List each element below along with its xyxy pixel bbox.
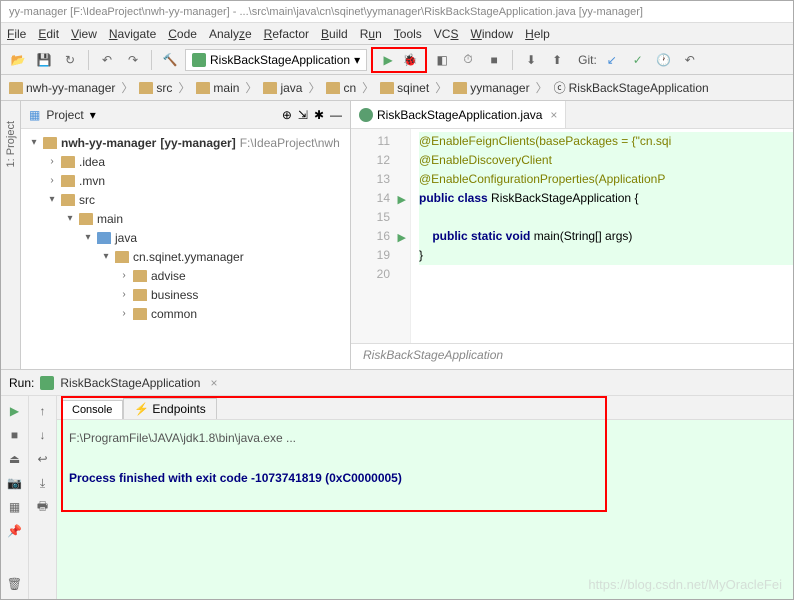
save-icon[interactable]: 💾 — [33, 49, 55, 71]
folder-icon — [9, 82, 23, 94]
gutter: 11 12 13 14▶ 15 16▶ 19 20 — [351, 129, 411, 343]
menu-analyze[interactable]: Analyze — [209, 27, 252, 41]
open-icon[interactable]: 📂 — [7, 49, 29, 71]
menu-code[interactable]: Code — [168, 27, 197, 41]
run-gutter-icon[interactable]: ▶ — [398, 191, 406, 210]
menu-view[interactable]: View — [71, 27, 97, 41]
endpoints-tab[interactable]: ⚡ Endpoints — [123, 398, 216, 419]
breadcrumb-item[interactable]: yymanager — [453, 81, 529, 95]
vcs-commit-icon[interactable]: ⬆ — [546, 49, 568, 71]
chevron-down-icon: ▾ — [354, 53, 360, 67]
menu-refactor[interactable]: Refactor — [264, 27, 309, 41]
debug-icon[interactable]: 🐞 — [399, 49, 421, 71]
menu-help[interactable]: Help — [525, 27, 550, 41]
collapse-icon[interactable]: ⇲ — [298, 108, 308, 122]
console-output[interactable]: F:\ProgramFile\JAVA\jdk1.8\bin\java.exe … — [57, 420, 793, 599]
breadcrumb-item[interactable]: java — [263, 81, 302, 95]
git-label: Git: — [578, 53, 597, 67]
redo-icon[interactable]: ↷ — [122, 49, 144, 71]
up-icon[interactable]: ↑ — [34, 402, 52, 420]
project-icon: ▦ — [29, 108, 40, 122]
breadcrumb-footer[interactable]: RiskBackStageApplication — [351, 343, 793, 369]
wrap-icon[interactable]: ↩ — [34, 450, 52, 468]
editor: RiskBackStageApplication.java × 11 12 13… — [351, 101, 793, 369]
breadcrumb: nwh-yy-manager〉 src〉 main〉 java〉 cn〉 sqi… — [1, 75, 793, 101]
git-history-icon[interactable]: 🕐 — [653, 49, 675, 71]
breadcrumb-item[interactable]: cn — [326, 81, 356, 95]
class-icon — [359, 108, 373, 122]
breadcrumb-item[interactable]: sqinet — [380, 81, 429, 95]
coverage-icon[interactable]: ◧ — [431, 49, 453, 71]
menu-file[interactable]: File — [7, 27, 26, 41]
project-tool-tab[interactable]: 1: Project — [5, 121, 17, 167]
project-tree[interactable]: ▾nwh-yy-manager [yy-manager] F:\IdeaProj… — [21, 129, 350, 369]
spring-icon — [192, 53, 206, 67]
spring-icon — [40, 376, 54, 390]
breadcrumb-item[interactable]: src — [139, 81, 172, 95]
breadcrumb-item[interactable]: main — [196, 81, 239, 95]
code-area[interactable]: @EnableFeignClients(basePackages = {"cn.… — [411, 129, 793, 343]
folder-icon — [326, 82, 340, 94]
settings-icon[interactable]: ✱ — [314, 108, 324, 122]
trash-icon[interactable]: 🗑 — [6, 575, 24, 593]
git-branch-icon[interactable]: ↙ — [601, 49, 623, 71]
rerun-icon[interactable]: ▶ — [6, 402, 24, 420]
console-tab[interactable]: Console — [61, 400, 123, 419]
close-icon[interactable]: × — [550, 108, 557, 122]
git-push-icon[interactable]: ✓ — [627, 49, 649, 71]
hide-icon[interactable]: — — [330, 108, 342, 122]
run-tool-window: Run: RiskBackStageApplication × ▶ ■ ⏏ 📷 … — [1, 369, 793, 599]
hammer-icon[interactable]: 🔨 — [159, 49, 181, 71]
run-gutter-icon[interactable]: ▶ — [398, 229, 406, 248]
menu-run[interactable]: Run — [360, 27, 382, 41]
folder-icon — [453, 82, 467, 94]
run-icon[interactable]: ▶ — [377, 49, 399, 71]
run-config-selector[interactable]: RiskBackStageApplication ▾ — [185, 49, 367, 71]
menu-bar: File Edit View Navigate Code Analyze Ref… — [1, 23, 793, 45]
dump-icon[interactable]: 📷 — [6, 474, 24, 492]
folder-icon — [139, 82, 153, 94]
menu-vcs[interactable]: VCS — [434, 27, 459, 41]
folder-icon — [263, 82, 277, 94]
pin-icon[interactable]: 📌 — [6, 522, 24, 540]
menu-tools[interactable]: Tools — [394, 27, 422, 41]
menu-edit[interactable]: Edit — [38, 27, 59, 41]
git-revert-icon[interactable]: ↶ — [679, 49, 701, 71]
run-side-toolbar-2: ↑ ↓ ↩ ⤓ 🖶 — [29, 396, 57, 599]
stop-icon[interactable]: ■ — [6, 426, 24, 444]
layout-icon[interactable]: ▦ — [6, 498, 24, 516]
chevron-down-icon[interactable]: ▾ — [90, 108, 96, 122]
run-config-name: RiskBackStageApplication — [210, 53, 350, 67]
highlight-run-debug: ▶ 🐞 — [371, 47, 427, 73]
folder-icon — [380, 82, 394, 94]
breadcrumb-item[interactable]: ⓒ RiskBackStageApplication — [554, 79, 709, 96]
menu-navigate[interactable]: Navigate — [109, 27, 156, 41]
undo-icon[interactable]: ↶ — [96, 49, 118, 71]
folder-icon — [196, 82, 210, 94]
main-toolbar: 📂 💾 ↻ ↶ ↷ 🔨 RiskBackStageApplication ▾ ▶… — [1, 45, 793, 75]
menu-build[interactable]: Build — [321, 27, 348, 41]
watermark: https://blog.csdn.net/MyOracleFei — [588, 577, 782, 592]
scroll-icon[interactable]: ⤓ — [34, 474, 52, 492]
run-side-toolbar: ▶ ■ ⏏ 📷 ▦ 📌 🗑 — [1, 396, 29, 599]
print-icon[interactable]: 🖶 — [34, 498, 52, 516]
left-gutter: 1: Project — [1, 101, 21, 369]
down-icon[interactable]: ↓ — [34, 426, 52, 444]
exit-icon[interactable]: ⏏ — [6, 450, 24, 468]
target-icon[interactable]: ⊕ — [282, 108, 292, 122]
run-config-title: RiskBackStageApplication — [60, 376, 200, 390]
close-icon[interactable]: × — [210, 376, 217, 390]
refresh-icon[interactable]: ↻ — [59, 49, 81, 71]
tab-label: RiskBackStageApplication.java — [377, 108, 542, 122]
menu-window[interactable]: Window — [470, 27, 513, 41]
editor-tab[interactable]: RiskBackStageApplication.java × — [351, 101, 566, 128]
project-panel: ▦ Project ▾ ⊕ ⇲ ✱ — ▾nwh-yy-manager [yy-… — [21, 101, 351, 369]
project-title[interactable]: Project — [46, 108, 83, 122]
window-title: yy-manager [F:\IdeaProject\nwh-yy-manage… — [1, 1, 793, 23]
vcs-update-icon[interactable]: ⬇ — [520, 49, 542, 71]
run-label: Run: — [9, 376, 34, 390]
stop-icon[interactable]: ■ — [483, 49, 505, 71]
breadcrumb-item[interactable]: nwh-yy-manager — [9, 81, 115, 95]
profile-icon[interactable]: ⏱ — [457, 49, 479, 71]
